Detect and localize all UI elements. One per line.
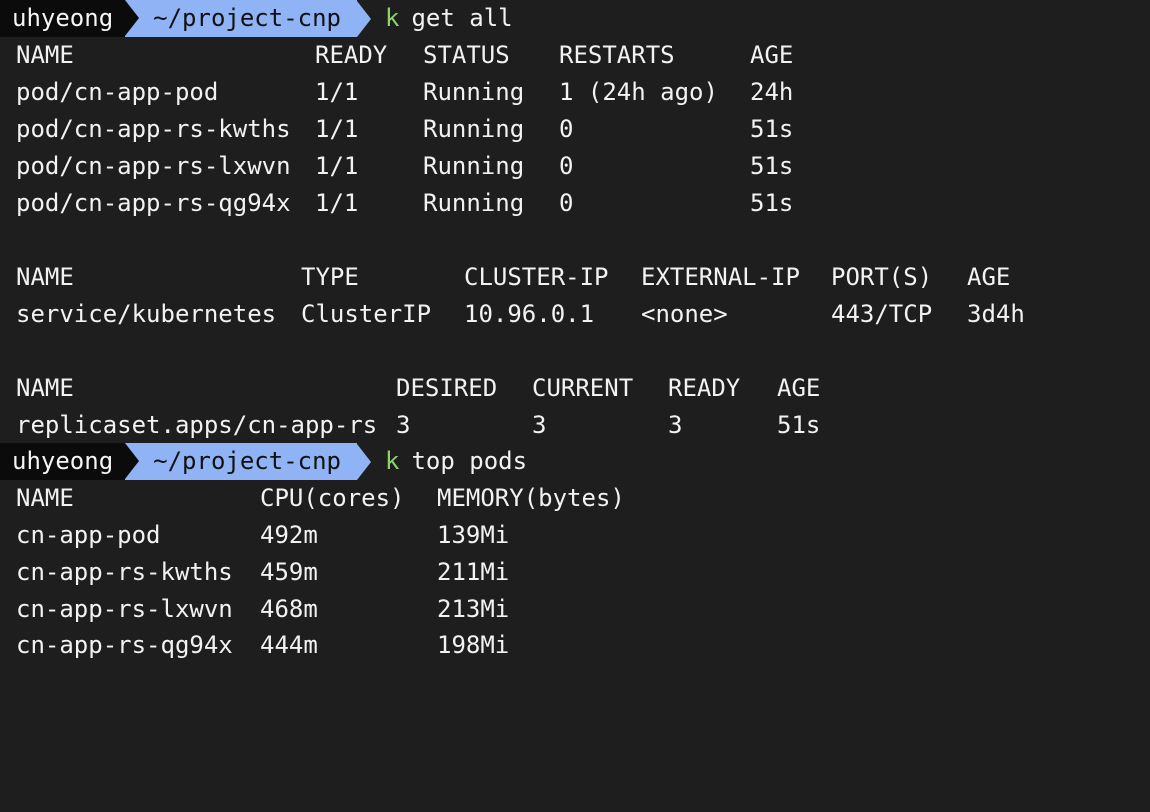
pod-age: 51s <box>750 115 794 143</box>
pod-name: pod/cn-app-rs-kwths <box>16 115 291 143</box>
pod-status: Running <box>423 152 525 180</box>
command-args: get all <box>411 4 513 32</box>
service-name: service/kubernetes <box>16 300 277 328</box>
pod-status: Running <box>423 78 525 106</box>
pod-name: pod/cn-app-rs-lxwvn <box>16 152 291 180</box>
replicasets-table-header: NAME DESIRED CURRENT READY AGE <box>16 370 820 407</box>
pod-name: cn-app-rs-kwths <box>16 558 233 586</box>
table-row: replicaset.apps/cn-app-rs 3 3 3 51s <box>16 407 820 444</box>
pod-cpu: 444m <box>260 631 318 659</box>
command-alias: k <box>385 4 400 32</box>
column-header-type: TYPE <box>301 263 359 291</box>
service-age: 3d4h <box>967 300 1025 328</box>
service-ports: 443/TCP <box>831 300 933 328</box>
service-external-ip: <none> <box>641 300 728 328</box>
column-header-ports: PORT(S) <box>831 263 933 291</box>
replicaset-ready: 3 <box>668 411 683 439</box>
pod-restarts: 0 <box>559 115 574 143</box>
column-header-status: STATUS <box>423 41 510 69</box>
replicaset-name: replicaset.apps/cn-app-rs <box>16 411 378 439</box>
pod-name: pod/cn-app-rs-qg94x <box>16 189 291 217</box>
prompt-arrow-icon <box>357 443 371 480</box>
pod-status: Running <box>423 115 525 143</box>
prompt-path: ~/project-cnp <box>125 0 357 37</box>
table-row: pod/cn-app-rs-kwths 1/1 Running 0 51s <box>16 111 793 148</box>
column-header-name: NAME <box>16 374 74 402</box>
service-type: ClusterIP <box>301 300 432 328</box>
column-header-age: AGE <box>777 374 821 402</box>
prompt-arrow-icon <box>357 0 371 37</box>
pods-table-header: NAME READY STATUS RESTARTS AGE <box>16 37 793 74</box>
pod-status: Running <box>423 189 525 217</box>
column-header-memory: MEMORY(bytes) <box>437 484 625 512</box>
column-header-desired: DESIRED <box>396 374 498 402</box>
pod-ready: 1/1 <box>315 78 359 106</box>
table-row: cn-app-rs-qg94x 444m 198Mi <box>16 627 509 664</box>
top-table-header: NAME CPU(cores) MEMORY(bytes) <box>16 480 625 517</box>
table-row: cn-app-rs-kwths 459m 211Mi <box>16 554 509 591</box>
pod-restarts: 1 (24h ago) <box>559 78 718 106</box>
table-row: service/kubernetes ClusterIP 10.96.0.1 <… <box>16 296 1025 333</box>
column-header-cpu: CPU(cores) <box>260 484 405 512</box>
pod-memory: 198Mi <box>437 631 510 659</box>
table-row: cn-app-rs-lxwvn 468m 213Mi <box>16 591 509 628</box>
column-header-ready: READY <box>315 41 388 69</box>
column-header-name: NAME <box>16 263 74 291</box>
pod-ready: 1/1 <box>315 115 359 143</box>
column-header-age: AGE <box>967 263 1011 291</box>
pod-ready: 1/1 <box>315 152 359 180</box>
pod-restarts: 0 <box>559 189 574 217</box>
pod-memory: 211Mi <box>437 558 510 586</box>
pod-name: cn-app-pod <box>16 521 161 549</box>
replicaset-current: 3 <box>532 411 547 439</box>
column-header-age: AGE <box>750 41 794 69</box>
replicaset-age: 51s <box>777 411 821 439</box>
column-header-ready: READY <box>668 374 741 402</box>
replicaset-desired: 3 <box>396 411 411 439</box>
pod-cpu: 459m <box>260 558 318 586</box>
pod-restarts: 0 <box>559 152 574 180</box>
command-args: top pods <box>411 447 528 475</box>
column-header-cluster-ip: CLUSTER-IP <box>464 263 609 291</box>
pod-memory: 139Mi <box>437 521 510 549</box>
column-header-current: CURRENT <box>532 374 634 402</box>
terminal-window[interactable]: uhyeong ~/project-cnp k get all NAME REA… <box>0 0 1150 664</box>
pod-age: 51s <box>750 152 794 180</box>
command-alias: k <box>385 447 400 475</box>
pod-age: 24h <box>750 78 794 106</box>
prompt-line: uhyeong ~/project-cnp k get all <box>0 0 513 37</box>
table-row: pod/cn-app-pod 1/1 Running 1 (24h ago) 2… <box>16 74 793 111</box>
column-header-name: NAME <box>16 484 74 512</box>
services-table-header: NAME TYPE CLUSTER-IP EXTERNAL-IP PORT(S)… <box>16 259 1010 296</box>
pod-memory: 213Mi <box>437 595 510 623</box>
pod-cpu: 468m <box>260 595 318 623</box>
prompt-line: uhyeong ~/project-cnp k top pods <box>0 443 528 480</box>
prompt-path: ~/project-cnp <box>125 443 357 480</box>
pod-ready: 1/1 <box>315 189 359 217</box>
table-row: pod/cn-app-rs-lxwvn 1/1 Running 0 51s <box>16 148 793 185</box>
table-row: cn-app-pod 492m 139Mi <box>16 517 509 554</box>
column-header-restarts: RESTARTS <box>559 41 675 69</box>
table-row: pod/cn-app-rs-qg94x 1/1 Running 0 51s <box>16 185 793 222</box>
pod-name: pod/cn-app-pod <box>16 78 219 106</box>
service-cluster-ip: 10.96.0.1 <box>464 300 595 328</box>
column-header-external-ip: EXTERNAL-IP <box>641 263 800 291</box>
pod-name: cn-app-rs-qg94x <box>16 631 233 659</box>
column-header-name: NAME <box>16 41 74 69</box>
pod-age: 51s <box>750 189 794 217</box>
prompt-user: uhyeong <box>0 0 126 37</box>
prompt-user: uhyeong <box>0 443 126 480</box>
pod-cpu: 492m <box>260 521 318 549</box>
pod-name: cn-app-rs-lxwvn <box>16 595 233 623</box>
